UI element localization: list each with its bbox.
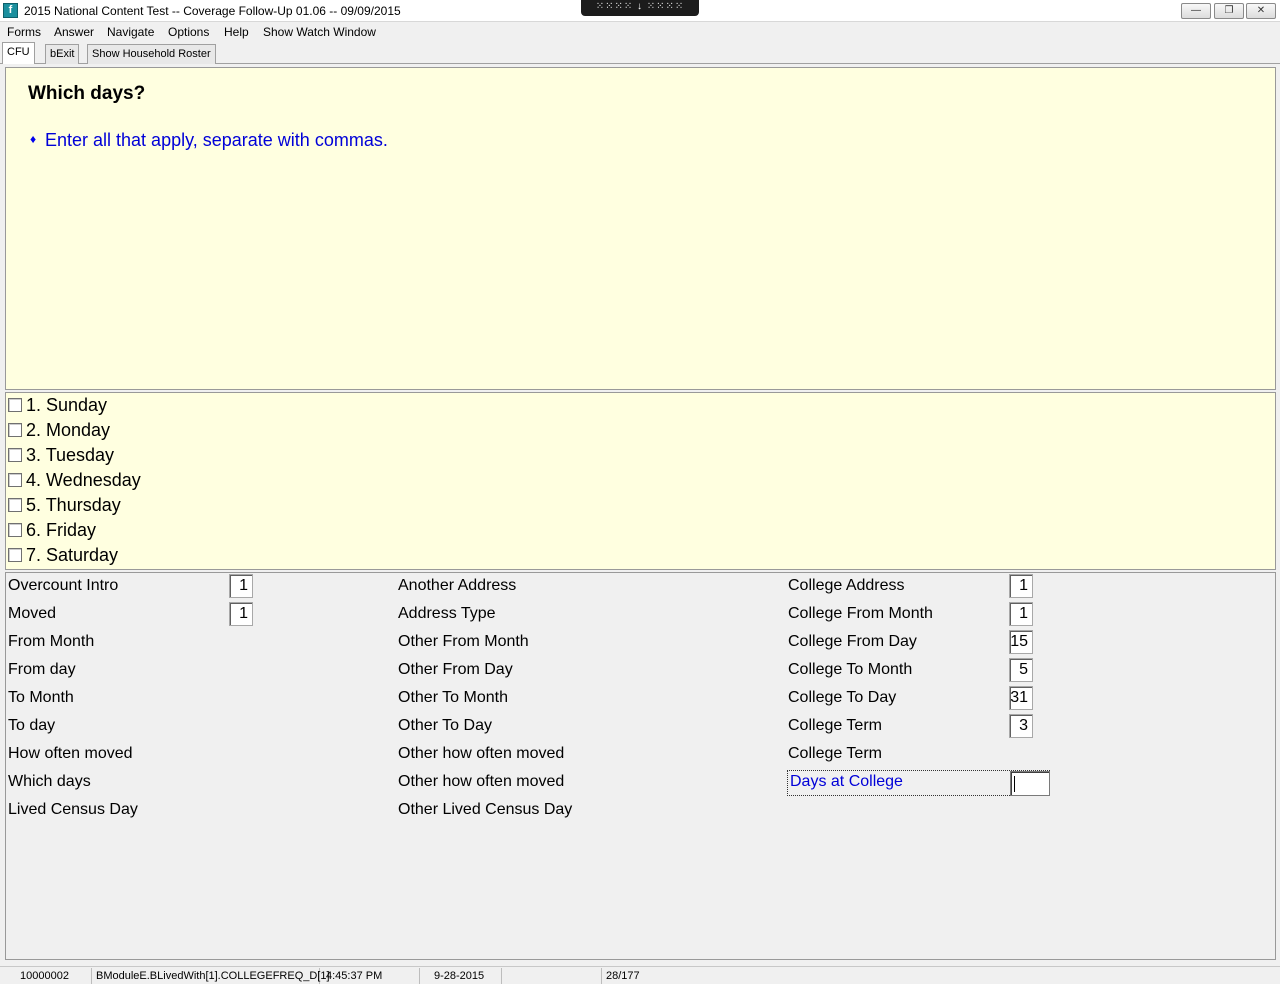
field-value[interactable]: 1	[229, 602, 253, 626]
field-label: College To Day	[788, 689, 897, 706]
option-label: 5. Thursday	[26, 495, 121, 515]
field-label: Other To Month	[398, 689, 508, 706]
field-label: College From Month	[788, 605, 933, 622]
collapse-toolbar-handle[interactable]: ⁙⁙⁙⁙ ↓ ⁙⁙⁙⁙	[581, 0, 699, 16]
status-field-path: BModuleE.BLivedWith[1].COLLEGEFREQ_D[1]	[92, 968, 330, 984]
field-label: College From Day	[788, 633, 917, 650]
active-field-label: Days at College	[790, 773, 903, 790]
field-value[interactable]: 5	[1009, 658, 1033, 682]
checkbox[interactable]	[8, 473, 22, 487]
status-date: 9-28-2015	[420, 968, 502, 984]
status-blank	[502, 968, 602, 984]
menu-help[interactable]: Help	[224, 25, 249, 39]
tab-show-household-roster[interactable]: Show Household Roster	[87, 44, 216, 64]
field-value[interactable]: 1	[229, 574, 253, 598]
menu-bar: Forms Answer Navigate Options Help Show …	[0, 22, 1280, 42]
checkbox[interactable]	[8, 398, 22, 412]
menu-forms[interactable]: Forms	[7, 25, 41, 39]
question-text: Which days?	[28, 83, 146, 104]
field-label: From Month	[8, 633, 95, 650]
checkbox[interactable]	[8, 448, 22, 462]
field-label: To Month	[8, 689, 74, 706]
active-field-days-at-college[interactable]: Days at College	[787, 770, 1050, 796]
option-label: 1. Sunday	[26, 395, 108, 415]
field-value[interactable]: 3	[1009, 714, 1033, 738]
field-label: College Term	[788, 717, 882, 734]
field-label: Moved	[8, 605, 57, 622]
instruction-text: Enter all that apply, separate with comm…	[45, 130, 388, 150]
field-label: Lived Census Day	[8, 801, 138, 818]
field-value[interactable]: 1	[1009, 602, 1033, 626]
app-icon: f	[3, 3, 18, 18]
field-summary-pane: Overcount Intro 1 Moved 1 From Month Fro…	[5, 572, 1276, 960]
instruction-bullet-icon: ♦	[30, 132, 37, 146]
field-label: How often moved	[8, 745, 133, 762]
window-title: 2015 National Content Test -- Coverage F…	[24, 4, 401, 18]
status-page-count: 28/177	[606, 970, 640, 982]
field-label: Other To Day	[398, 717, 492, 734]
option-label: 7. Saturday	[26, 545, 119, 565]
menu-show-watch-window[interactable]: Show Watch Window	[263, 25, 376, 39]
field-value[interactable]: 31	[1009, 686, 1033, 710]
field-label: Which days	[8, 773, 91, 790]
field-label: Another Address	[398, 577, 517, 594]
field-label: Overcount Intro	[8, 577, 119, 594]
option-label: 3. Tuesday	[26, 445, 115, 465]
checkbox[interactable]	[8, 423, 22, 437]
menu-options[interactable]: Options	[168, 25, 209, 39]
tab-bexit[interactable]: bExit	[45, 44, 80, 64]
restore-button[interactable]: ❐	[1214, 3, 1244, 19]
checkbox[interactable]	[8, 498, 22, 512]
checkbox[interactable]	[8, 548, 22, 562]
field-label: Address Type	[398, 605, 496, 622]
field-label: Other how often moved	[398, 745, 565, 762]
tab-cfu[interactable]: CFU	[2, 42, 35, 64]
text-caret	[1014, 776, 1015, 792]
field-value[interactable]: 15	[1009, 630, 1033, 654]
field-label: To day	[8, 717, 56, 734]
field-label: Other how often moved	[398, 773, 565, 790]
menu-answer[interactable]: Answer	[54, 25, 94, 39]
days-at-college-input[interactable]	[1010, 771, 1050, 796]
field-label: College Term	[788, 745, 882, 762]
status-time: 4:45:37 PM	[320, 968, 420, 984]
field-label: Other From Month	[398, 633, 529, 650]
minimize-button[interactable]: ―	[1181, 3, 1211, 19]
option-label: 6. Friday	[26, 520, 97, 540]
menu-navigate[interactable]: Navigate	[107, 25, 154, 39]
field-label: Other Lived Census Day	[398, 801, 573, 818]
close-button[interactable]: ✕	[1246, 3, 1276, 19]
field-label: Other From Day	[398, 661, 513, 678]
option-label: 2. Monday	[26, 420, 111, 440]
checkbox[interactable]	[8, 523, 22, 537]
status-case-id: 10000002	[0, 968, 92, 984]
field-label: College Address	[788, 577, 905, 594]
title-bar: f 2015 National Content Test -- Coverage…	[0, 0, 1280, 22]
answer-options-pane: 1. Sunday 2. Monday 3. Tuesday 4. Wednes…	[5, 392, 1276, 570]
option-label: 4. Wednesday	[26, 470, 141, 490]
tab-bar: CFU bExit Show Household Roster	[0, 42, 1280, 64]
question-pane: Which days? ♦ Enter all that apply, sepa…	[5, 67, 1276, 390]
field-value[interactable]: 1	[1009, 574, 1033, 598]
status-bar: 10000002 BModuleE.BLivedWith[1].COLLEGEF…	[0, 966, 1280, 984]
field-label: From day	[8, 661, 76, 678]
field-label: College To Month	[788, 661, 913, 678]
